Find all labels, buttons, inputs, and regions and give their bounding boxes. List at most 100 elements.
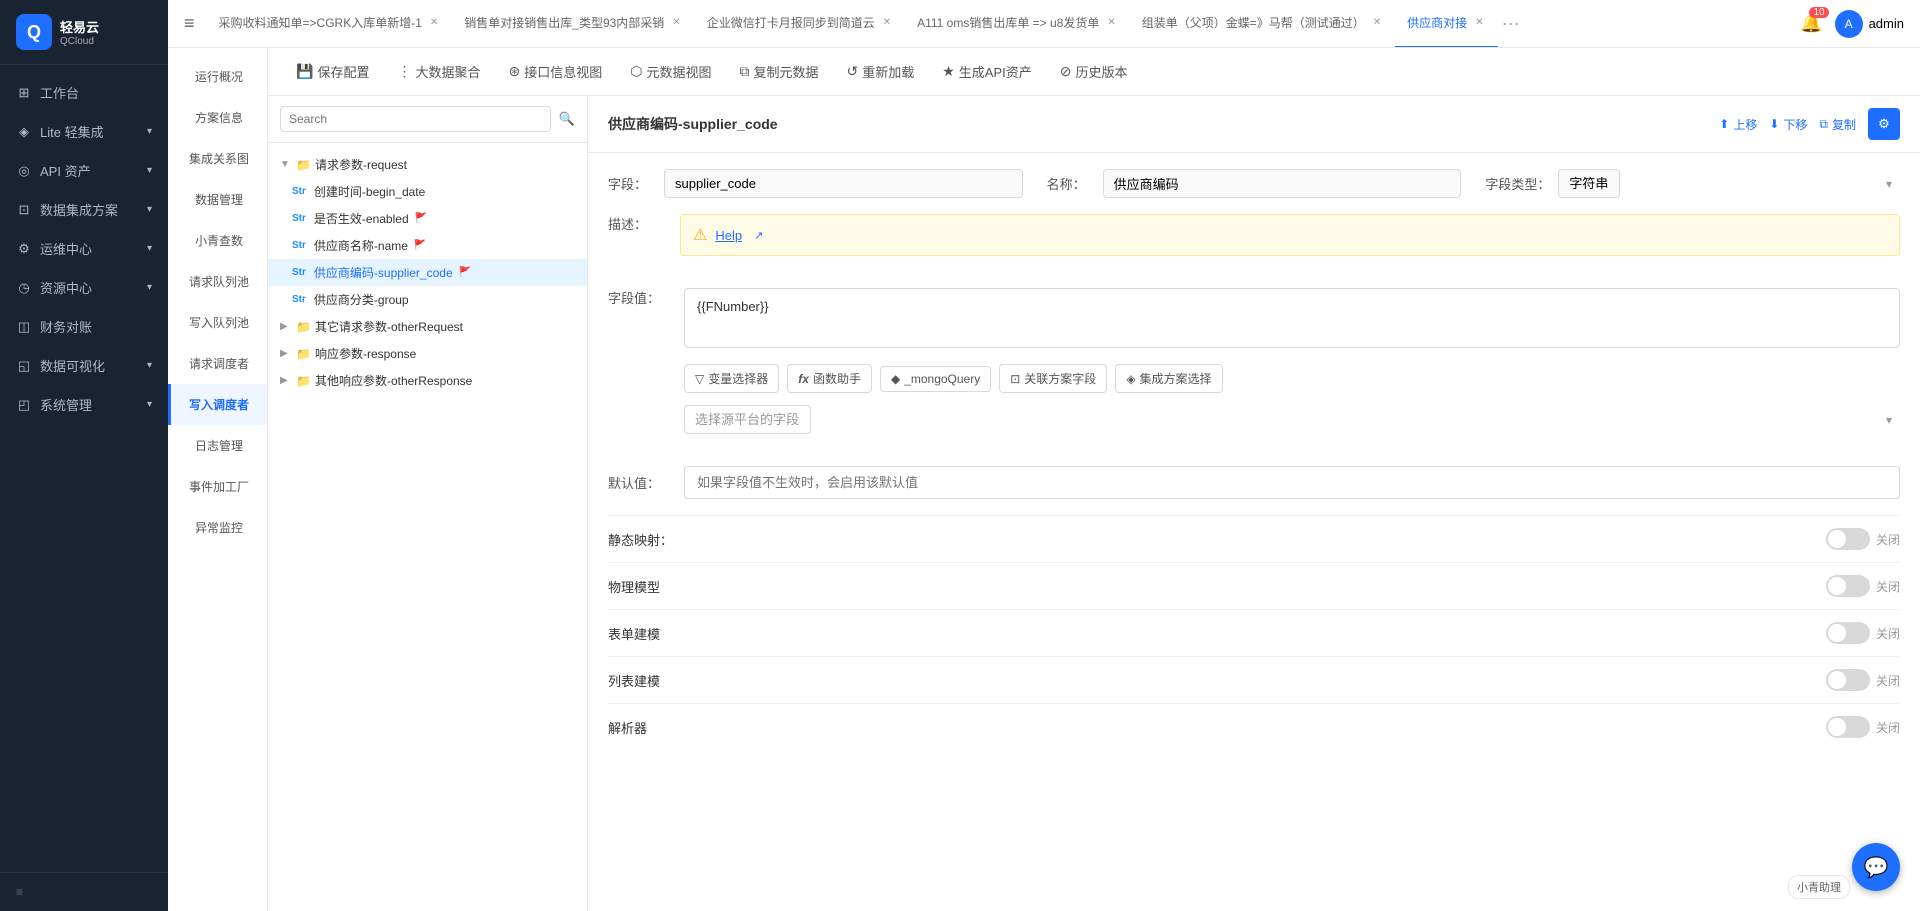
sidebar-item-visual[interactable]: ◱ 数据可视化 ▾ bbox=[0, 346, 168, 385]
sidebar-item-finance[interactable]: ◫ 财务对账 bbox=[0, 307, 168, 346]
chat-assistant-button[interactable]: 💬 bbox=[1852, 843, 1900, 891]
sidebar-item-api[interactable]: ◎ API 资产 ▾ bbox=[0, 151, 168, 190]
tab-close-icon[interactable]: ✕ bbox=[881, 15, 893, 30]
nav-item-query[interactable]: 小青查数 bbox=[168, 220, 267, 261]
tab-close-icon[interactable]: ✕ bbox=[1371, 15, 1383, 30]
tree-node-response[interactable]: ▶ 📁 响应参数-response bbox=[268, 340, 587, 367]
gen-api-button[interactable]: ★ 生成API资产 bbox=[930, 56, 1044, 87]
meta-view-button[interactable]: ⬡ 元数据视图 bbox=[618, 56, 723, 87]
menu-icon[interactable]: ≡ bbox=[184, 13, 195, 34]
var-selector-button[interactable]: ▽ 变量选择器 bbox=[684, 364, 779, 393]
toggle-static-map[interactable] bbox=[1826, 528, 1870, 550]
toggle-physical[interactable] bbox=[1826, 575, 1870, 597]
tree-node-group[interactable]: Str 供应商分类-group bbox=[268, 286, 587, 313]
list-model-toggle[interactable]: 关闭 bbox=[1826, 669, 1900, 691]
nav-item-req-observer[interactable]: 请求调度者 bbox=[168, 343, 267, 384]
nav-item-write-observer[interactable]: 写入调度者 bbox=[168, 384, 267, 425]
nav-item-req-queue[interactable]: 请求队列池 bbox=[168, 261, 267, 302]
nav-item-info[interactable]: 方案信息 bbox=[168, 97, 267, 138]
rel-field-button[interactable]: ⊡ 关联方案字段 bbox=[999, 364, 1107, 393]
history-button[interactable]: ⊘ 历史版本 bbox=[1048, 56, 1140, 87]
up-action[interactable]: ⬆ 上移 bbox=[1719, 116, 1757, 133]
sidebar-item-system[interactable]: ◰ 系统管理 ▾ bbox=[0, 385, 168, 424]
integration-icon: ◈ bbox=[1126, 372, 1135, 386]
tree-node-other-response[interactable]: ▶ 📁 其他响应参数-otherResponse bbox=[268, 367, 587, 394]
search-input[interactable] bbox=[280, 106, 551, 132]
nav-item-write-queue[interactable]: 写入队列池 bbox=[168, 302, 267, 343]
sidebar-item-workbench[interactable]: ⊞ 工作台 bbox=[0, 73, 168, 112]
nav-item-event-factory[interactable]: 事件加工厂 bbox=[168, 466, 267, 507]
tab-1[interactable]: 采购收料通知单=>CGRK入库单新增-1 ✕ bbox=[207, 0, 453, 48]
sidebar-item-label: 数据可视化 bbox=[40, 356, 105, 375]
sidebar-item-lite[interactable]: ◈ Lite 轻集成 ▾ bbox=[0, 112, 168, 151]
reload-button[interactable]: ↺ 重新加载 bbox=[834, 56, 926, 87]
split-content: 🔍 ▼ 📁 请求参数-request Str 创建时间-begin_date bbox=[268, 96, 1920, 911]
sidebar-bottom[interactable]: ≡ bbox=[0, 872, 168, 911]
reload-label: 重新加载 bbox=[862, 62, 914, 81]
source-select[interactable]: 选择源平台的字段 bbox=[684, 405, 811, 434]
chat-assistant-label: 小青助理 bbox=[1788, 875, 1850, 899]
chevron-icon: ▾ bbox=[147, 204, 152, 215]
nav-item-map[interactable]: 集成关系图 bbox=[168, 138, 267, 179]
help-link[interactable]: Help bbox=[715, 228, 742, 243]
nav-item-data-mgmt[interactable]: 数据管理 bbox=[168, 179, 267, 220]
sidebar-item-ops[interactable]: ⚙ 运维中心 ▾ bbox=[0, 229, 168, 268]
parser-toggle[interactable]: 关闭 bbox=[1826, 716, 1900, 738]
node-label: 供应商名称-name bbox=[314, 237, 408, 254]
admin-area[interactable]: A admin bbox=[1835, 10, 1904, 38]
tab-close-icon[interactable]: ✕ bbox=[1473, 15, 1485, 30]
tree-node-name[interactable]: Str 供应商名称-name 🚩 bbox=[268, 232, 587, 259]
sidebar-item-resource[interactable]: ◷ 资源中心 ▾ bbox=[0, 268, 168, 307]
more-tabs-icon[interactable]: ··· bbox=[1502, 13, 1520, 34]
tab-6[interactable]: 供应商对接 ✕ bbox=[1395, 0, 1497, 48]
tree-node-enabled[interactable]: Str 是否生效-enabled 🚩 bbox=[268, 205, 587, 232]
toggle-list[interactable] bbox=[1826, 669, 1870, 691]
toggle-form[interactable] bbox=[1826, 622, 1870, 644]
type-select[interactable]: 字符串 数字 布尔 bbox=[1558, 169, 1620, 198]
name-input[interactable] bbox=[1103, 169, 1462, 198]
copy-action[interactable]: ⧉ 复制 bbox=[1819, 116, 1856, 133]
field-value-content: {{FNumber}} bbox=[697, 299, 769, 314]
gear-button[interactable]: ⚙ bbox=[1868, 108, 1900, 140]
name-label: 名称： bbox=[1047, 174, 1095, 193]
tree-node-request[interactable]: ▼ 📁 请求参数-request bbox=[268, 151, 587, 178]
tab-close-icon[interactable]: ✕ bbox=[428, 15, 440, 30]
big-data-button[interactable]: ⋮ 大数据聚合 bbox=[385, 56, 492, 87]
tab-5[interactable]: 组装单（父项）金蝶=》马帮（测试通过） ✕ bbox=[1130, 0, 1395, 48]
tree-node-other-request[interactable]: ▶ 📁 其它请求参数-otherRequest bbox=[268, 313, 587, 340]
expand-icon: ▶ bbox=[280, 375, 292, 386]
physical-model-toggle[interactable]: 关闭 bbox=[1826, 575, 1900, 597]
static-map-toggle[interactable]: 关闭 bbox=[1826, 528, 1900, 550]
tab-close-icon[interactable]: ✕ bbox=[1105, 15, 1117, 30]
left-nav: 运行概况 方案信息 集成关系图 数据管理 小青查数 请求队列池 写入队列池 请求… bbox=[168, 48, 268, 911]
ops-icon: ⚙ bbox=[16, 241, 32, 257]
sidebar-item-data[interactable]: ⊡ 数据集成方案 ▾ bbox=[0, 190, 168, 229]
toggle-label: 关闭 bbox=[1876, 531, 1900, 548]
integration-select-button[interactable]: ◈ 集成方案选择 bbox=[1115, 364, 1222, 393]
mongo-query-button[interactable]: ◆ _mongoQuery bbox=[880, 366, 991, 392]
str-icon: Str bbox=[292, 294, 306, 305]
notification-bell[interactable]: 🔔 10 bbox=[1800, 13, 1822, 34]
sidebar-item-label: 资源中心 bbox=[40, 278, 92, 297]
field-value-box[interactable]: {{FNumber}} bbox=[684, 288, 1900, 348]
func-helper-button[interactable]: fx 函数助手 bbox=[787, 364, 872, 393]
tab-3[interactable]: 企业微信打卡月报同步到简道云 ✕ bbox=[695, 0, 905, 48]
interface-view-button[interactable]: ⊛ 接口信息视图 bbox=[496, 56, 614, 87]
field-input[interactable] bbox=[664, 169, 1023, 198]
form-model-toggle[interactable]: 关闭 bbox=[1826, 622, 1900, 644]
nav-item-alarm[interactable]: 异常监控 bbox=[168, 507, 267, 548]
tree-node-begin-date[interactable]: Str 创建时间-begin_date bbox=[268, 178, 587, 205]
name-group: 名称： bbox=[1047, 169, 1462, 198]
search-icon[interactable]: 🔍 bbox=[559, 111, 575, 127]
tab-2[interactable]: 销售单对接销售出库_类型93内部采销 ✕ bbox=[452, 0, 694, 48]
default-input[interactable] bbox=[684, 466, 1900, 499]
save-config-button[interactable]: 💾 保存配置 bbox=[284, 56, 381, 87]
tab-4[interactable]: A111 oms销售出库单 => u8发货单 ✕ bbox=[905, 0, 1130, 48]
nav-item-log[interactable]: 日志管理 bbox=[168, 425, 267, 466]
nav-item-overview[interactable]: 运行概况 bbox=[168, 56, 267, 97]
toggle-parser[interactable] bbox=[1826, 716, 1870, 738]
copy-meta-button[interactable]: ⧉ 复制元数据 bbox=[727, 56, 830, 87]
tab-close-icon[interactable]: ✕ bbox=[670, 15, 682, 30]
down-action[interactable]: ⬇ 下移 bbox=[1769, 116, 1807, 133]
tree-node-supplier-code[interactable]: Str 供应商编码-supplier_code 🚩 bbox=[268, 259, 587, 286]
